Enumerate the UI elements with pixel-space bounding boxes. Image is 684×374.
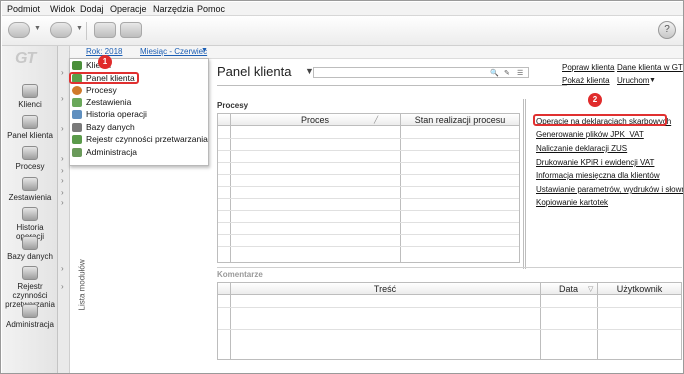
sidebar-item-bazy-danych[interactable]: Bazy danych [2,236,58,261]
search-input[interactable]: 🔍 ✎ ☰ [313,67,529,78]
tool-icon[interactable] [94,22,116,38]
chevron-right-icon: › [61,68,64,77]
tree-item-label: Procesy [86,85,117,95]
history-icon [72,110,82,119]
link-drukowanie-kpir[interactable]: Drukowanie KPiR i ewidencji VAT [536,158,654,167]
month-selector[interactable]: Miesiąc - Czerwiec [140,47,207,56]
tree-item-label: Historia operacji [86,109,147,119]
chevron-right-icon: › [61,264,64,273]
register-icon [22,266,38,280]
sidebar-item-label: Klienci [18,100,42,109]
title-divider [217,85,567,86]
admin-icon [72,148,82,157]
history-icon [22,207,38,221]
menu-bar: Podmiot Widok Dodaj Operacje Narzędzia P… [2,2,683,16]
edit-icon[interactable]: ✎ [504,69,510,77]
menu-operacje[interactable]: Operacje [110,4,147,14]
client-panel-icon [22,115,38,129]
chevron-right-icon: › [61,94,64,103]
help-icon[interactable]: ? [658,21,676,39]
processes-table[interactable]: Proces ╱ Stan realizacji procesu [217,113,520,263]
register-icon [72,135,82,144]
tree-item-label: Zestawienia [86,97,132,107]
chevron-right-icon: › [61,282,64,291]
step-badge-2: 2 [588,93,602,107]
reports-icon [72,98,82,107]
forward-dropdown-icon[interactable]: ▼ [76,25,83,32]
sidebar-item-procesy[interactable]: Procesy [2,146,58,171]
clients-icon [72,61,82,70]
sidebar-item-rejestr[interactable]: Rejestr czynności przetwarzania [2,266,58,309]
tree-item-label: Rejestr czynności przetwarzania [86,134,208,144]
chevron-right-icon: › [61,198,64,207]
column-header-tresc[interactable]: Treść [230,283,540,295]
menu-widok[interactable]: Widok [50,4,75,14]
main-panel: Panel klienta ▼ 🔍 ✎ ☰ Popraw klienta Dan… [209,59,683,373]
chevron-right-icon: › [61,176,64,185]
dane-klienta-link[interactable]: Dane klienta w GT [617,63,683,72]
page-title[interactable]: Panel klienta [217,64,291,79]
sidebar-item-label: Procesy [15,162,45,171]
sidebar-item-klienci[interactable]: Klienci [2,84,58,109]
highlight-box [69,72,139,84]
chevron-right-icon: › [61,124,64,133]
comments-table[interactable]: Treść Data ▽ Użytkownik [217,282,682,360]
database-icon [72,123,82,132]
sidebar-item-administracja[interactable]: Administracja [2,304,58,329]
tree-item-label: Bazy danych [86,122,135,132]
uruchom-dropdown-icon[interactable]: ▼ [649,77,656,84]
menu-podmiot[interactable]: Podmiot [7,4,40,14]
menu-icon[interactable]: ☰ [517,69,523,77]
toolbar: ▼ ▼ ? [2,16,683,46]
popraw-klienta-link[interactable]: Popraw klienta [562,63,614,72]
chevron-right-icon: › [61,154,64,163]
menu-pomoc[interactable]: Pomoc [197,4,225,14]
search-icon[interactable]: 🔍 [490,69,499,77]
pokaz-klienta-link[interactable]: Pokaż klienta [562,76,610,85]
sidebar-item-panel-klienta[interactable]: Panel klienta [2,115,58,140]
chevron-right-icon: › [61,166,64,175]
module-sidebar: GT Klienci Panel klienta Procesy Zestawi… [2,46,58,373]
clients-icon [22,84,38,98]
sort-icon[interactable]: ▽ [588,285,593,293]
month-dropdown-icon[interactable]: ▼ [201,47,208,54]
sort-icon[interactable]: ╱ [374,116,378,124]
back-icon[interactable] [8,22,30,38]
sidebar-item-label: Bazy danych [7,252,53,261]
gt-logo: GT [15,50,36,67]
sidebar-item-zestawienia[interactable]: Zestawienia [2,177,58,202]
komentarze-heading: Komentarze [217,270,263,279]
reports-icon [22,177,38,191]
link-kopiowanie-kartotek[interactable]: Kopiowanie kartotek [536,198,608,207]
toolbar-separator [86,22,87,40]
column-header-uzytkownik[interactable]: Użytkownik [598,283,681,295]
database-icon [22,236,38,250]
sidebar-item-label: Panel klienta [7,131,53,140]
settings-icon[interactable] [120,22,142,38]
processes-icon [22,146,38,160]
link-informacja-miesieczna[interactable]: Informacja miesięczna dla klientów [536,171,660,180]
chevron-right-icon: › [61,188,64,197]
procesy-heading: Procesy [217,101,249,110]
admin-icon [22,304,38,318]
menu-dodaj[interactable]: Dodaj [80,4,104,14]
link-generowanie-jpk[interactable]: Generowanie plików JPK_VAT [536,130,644,139]
module-list-label: Lista modułów [77,259,87,311]
sidebar-item-label: Zestawienia [8,193,52,202]
section-divider [217,267,682,268]
forward-icon[interactable] [50,22,72,38]
step-badge-1: 1 [98,55,112,69]
link-ustawianie-parametrow[interactable]: Ustawianie parametrów, wydruków i słowni… [536,185,683,194]
highlight-box [533,114,667,126]
back-dropdown-icon[interactable]: ▼ [34,25,41,32]
application-window: Podmiot Widok Dodaj Operacje Narzędzia P… [0,0,684,374]
uruchom-link[interactable]: Uruchom [617,76,649,85]
sidebar-item-label: Administracja [5,320,54,329]
panel-divider[interactable] [523,99,526,269]
tree-item-label: Administracja [86,147,138,157]
column-header-stan[interactable]: Stan realizacji procesu [401,114,519,126]
menu-narzedzia[interactable]: Narzędzia [153,4,194,14]
processes-icon [72,86,82,95]
link-naliczanie-zus[interactable]: Naliczanie deklaracji ZUS [536,144,627,153]
